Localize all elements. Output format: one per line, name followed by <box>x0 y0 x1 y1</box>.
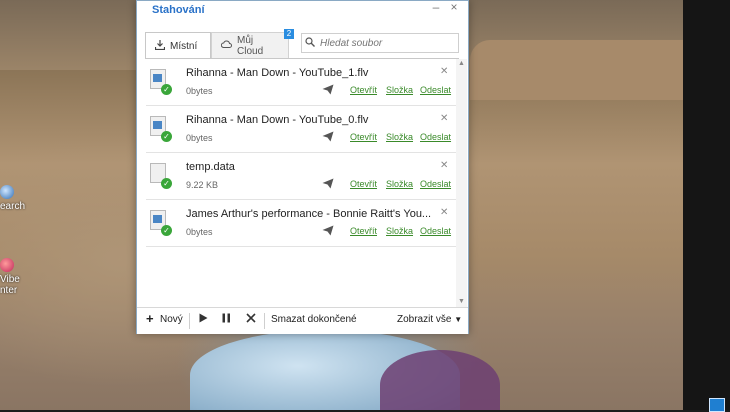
desktop-icon-vibe[interactable]: Vibe nter <box>0 258 30 296</box>
play-icon[interactable] <box>199 313 208 326</box>
wallpaper-sofa <box>470 40 683 100</box>
cloud-count-badge: 2 <box>284 29 294 39</box>
remove-item-button[interactable]: ✕ <box>440 113 448 124</box>
taskbar <box>683 0 730 410</box>
completed-check-icon: ✓ <box>161 178 172 189</box>
open-link[interactable]: Otevřít <box>350 226 377 236</box>
window-title: Stahování <box>152 4 205 16</box>
folder-link[interactable]: Složka <box>386 179 413 189</box>
video-file-icon: ✓ <box>150 69 172 95</box>
download-item[interactable]: ✓ James Arthur's performance - Bonnie Ra… <box>146 200 456 247</box>
send-plane-icon[interactable] <box>322 225 334 239</box>
open-link[interactable]: Otevřít <box>350 179 377 189</box>
chevron-down-icon: ▼ <box>454 315 463 324</box>
file-size: 0bytes <box>186 227 213 237</box>
file-name: Rihanna - Man Down - YouTube_0.flv <box>186 114 369 126</box>
completed-check-icon: ✓ <box>161 225 172 236</box>
file-size: 0bytes <box>186 86 213 96</box>
remove-item-button[interactable]: ✕ <box>440 207 448 218</box>
search-input[interactable] <box>318 36 452 50</box>
download-item[interactable]: ✓ Rihanna - Man Down - YouTube_0.flv 0by… <box>146 106 456 153</box>
tab-local[interactable]: Místní <box>145 32 211 59</box>
plus-icon[interactable]: + <box>146 311 154 326</box>
send-plane-icon[interactable] <box>322 131 334 145</box>
pause-icon[interactable] <box>222 313 231 326</box>
send-link[interactable]: Odeslat <box>420 132 451 142</box>
download-manager-window: Stahování – × Místní Můj Cloud 2 ✓ Rihan… <box>136 0 469 334</box>
scroll-up-arrow-icon[interactable]: ▲ <box>456 59 467 69</box>
desktop-icon-search[interactable]: earch <box>0 185 30 212</box>
folder-link[interactable]: Složka <box>386 85 413 95</box>
cancel-icon[interactable] <box>246 313 256 326</box>
download-tray-icon <box>154 39 166 53</box>
bottom-toolbar: + Nový Smazat dokončené Zobrazit vše ▼ <box>137 307 468 334</box>
cloud-icon <box>220 40 232 51</box>
toolbar-divider <box>189 313 190 329</box>
file-size: 0bytes <box>186 133 213 143</box>
video-file-icon: ✓ <box>150 210 172 236</box>
completed-check-icon: ✓ <box>161 84 172 95</box>
tab-label: Místní <box>170 40 198 52</box>
remove-item-button[interactable]: ✕ <box>440 66 448 77</box>
desktop-icon-label: earch <box>0 201 26 212</box>
send-plane-icon[interactable] <box>322 178 334 192</box>
vibe-icon <box>0 258 14 272</box>
clear-completed-button[interactable]: Smazat dokončené <box>271 314 357 325</box>
tab-my-cloud[interactable]: Můj Cloud <box>211 32 289 59</box>
file-name: James Arthur's performance - Bonnie Rait… <box>186 208 432 220</box>
search-icon <box>0 185 14 199</box>
open-link[interactable]: Otevřít <box>350 132 377 142</box>
send-link[interactable]: Odeslat <box>420 179 451 189</box>
remove-item-button[interactable]: ✕ <box>440 160 448 171</box>
download-list: ✓ Rihanna - Man Down - YouTube_1.flv 0by… <box>146 59 456 307</box>
send-link[interactable]: Odeslat <box>420 85 451 95</box>
completed-check-icon: ✓ <box>161 131 172 142</box>
desktop-icon-label: Vibe <box>0 274 20 285</box>
folder-link[interactable]: Složka <box>386 226 413 236</box>
search-box[interactable] <box>301 33 459 53</box>
download-item[interactable]: ✓ Rihanna - Man Down - YouTube_1.flv 0by… <box>146 59 456 106</box>
wallpaper-cushion <box>380 350 500 410</box>
file-size: 9.22 KB <box>186 180 219 190</box>
new-download-button[interactable]: Nový <box>160 314 183 325</box>
download-item[interactable]: ✓ temp.data 9.22 KB ✕ Otevřít Složka Ode… <box>146 153 456 200</box>
desktop-icon-label-2: nter <box>0 285 18 296</box>
show-all-label: Zobrazit vše <box>397 314 452 325</box>
file-name: Rihanna - Man Down - YouTube_1.flv <box>186 67 369 79</box>
minimize-button[interactable]: – <box>429 1 443 15</box>
toolbar-divider <box>264 313 265 329</box>
folder-link[interactable]: Složka <box>386 132 413 142</box>
send-link[interactable]: Odeslat <box>420 226 451 236</box>
video-file-icon: ✓ <box>150 116 172 142</box>
magnifier-icon <box>302 36 318 50</box>
blank-file-icon: ✓ <box>150 163 172 189</box>
titlebar: Stahování – × <box>137 1 468 27</box>
send-plane-icon[interactable] <box>322 84 334 98</box>
close-window-button[interactable]: × <box>447 1 461 15</box>
show-all-dropdown[interactable]: Zobrazit vše ▼ <box>397 314 462 325</box>
tab-label: Můj Cloud <box>237 34 264 57</box>
file-name: temp.data <box>186 161 235 173</box>
scroll-down-arrow-icon[interactable]: ▼ <box>456 297 467 307</box>
scrollbar[interactable]: ▲ ▼ <box>456 59 467 307</box>
open-link[interactable]: Otevřít <box>350 85 377 95</box>
